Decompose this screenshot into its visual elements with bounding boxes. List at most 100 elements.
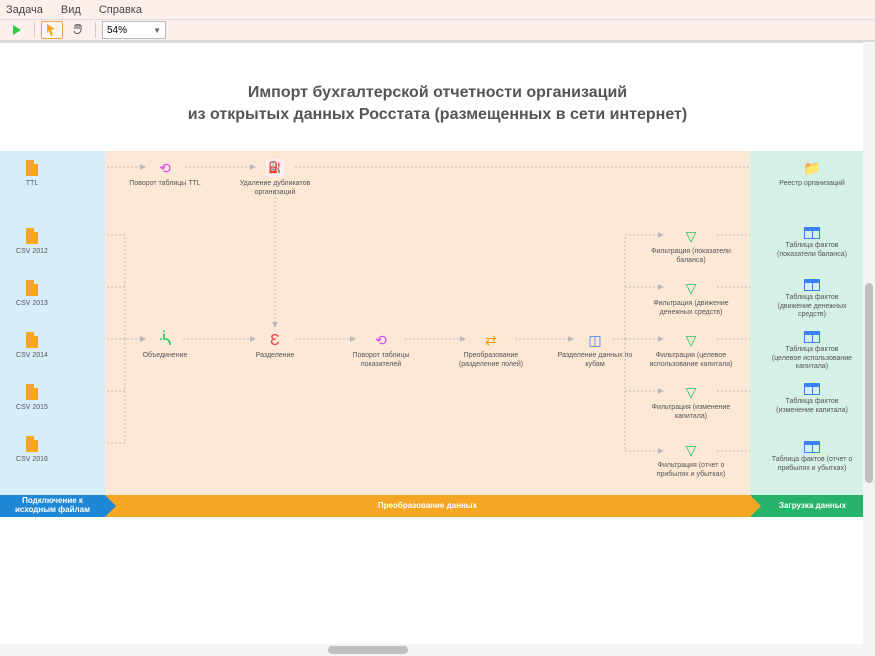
chevron-load: Загрузка данных bbox=[750, 495, 863, 517]
transform-icon: ⇄ bbox=[482, 331, 500, 349]
node-label: Реестр организаций bbox=[779, 180, 844, 187]
diagram-title: Импорт бухгалтерской отчетности организа… bbox=[0, 82, 863, 125]
pointer-tool[interactable] bbox=[41, 21, 63, 39]
node-registry[interactable]: 📁 Реестр организаций bbox=[770, 159, 854, 188]
node-label: Фильтрация (изменение капитала) bbox=[652, 404, 731, 419]
chevron-down-icon: ▼ bbox=[153, 26, 161, 35]
title-line1: Импорт бухгалтерской отчетности организа… bbox=[248, 84, 627, 101]
lane-load: 📁 Реестр организаций Таблица фактов (пок… bbox=[750, 151, 863, 495]
node-label: Поворот таблицы показателей bbox=[353, 352, 410, 367]
scroll-thumb[interactable] bbox=[865, 283, 873, 483]
file-icon bbox=[23, 383, 41, 401]
toolbar-divider bbox=[34, 22, 35, 38]
node-label: CSV 2013 bbox=[16, 300, 48, 307]
node-label: Объединение bbox=[143, 352, 188, 359]
chevron-label: Подключение к исходным файлам bbox=[0, 497, 105, 515]
node-filter-chg[interactable]: ▽ Фильтрация (изменение капитала) bbox=[649, 383, 733, 421]
node-fact-pl[interactable]: Таблица фактов (отчет о прибылях и убытк… bbox=[770, 441, 854, 473]
node-fact-capital[interactable]: Таблица фактов (целевое использование ка… bbox=[770, 331, 854, 371]
folder-icon: 📁 bbox=[803, 159, 821, 177]
node-fact-chg[interactable]: Таблица фактов (изменение капитала) bbox=[770, 383, 854, 415]
node-rotate-ttl[interactable]: ⟲ Поворот таблицы TTL bbox=[123, 159, 207, 188]
filter-icon: ▽ bbox=[682, 227, 700, 245]
file-icon bbox=[23, 159, 41, 177]
node-ttl[interactable]: TTL bbox=[0, 159, 74, 188]
lane-transform: ⟲ Поворот таблицы TTL ⛽ Удаление дублика… bbox=[105, 151, 750, 495]
chevron-label: Загрузка данных bbox=[773, 502, 852, 511]
node-label: Фильтрация (отчет о прибылях и убытках) bbox=[657, 462, 726, 477]
node-label: Фильтрация (показатели баланса) bbox=[651, 248, 731, 263]
node-label: Удаление дубликатов организаций bbox=[240, 180, 311, 195]
table-icon bbox=[804, 383, 820, 395]
dedup-icon: ⛽ bbox=[266, 159, 284, 177]
table-icon bbox=[804, 441, 820, 453]
node-csv2014[interactable]: CSV 2014 bbox=[0, 331, 74, 360]
node-transform-fields[interactable]: ⇄ Преобразование (разделение полей) bbox=[449, 331, 533, 369]
node-csv2012[interactable]: CSV 2012 bbox=[0, 227, 74, 256]
table-icon bbox=[804, 331, 820, 343]
node-label: Разделение данных по кубам bbox=[558, 352, 633, 367]
node-csv2015[interactable]: CSV 2015 bbox=[0, 383, 74, 412]
run-button[interactable] bbox=[6, 21, 28, 39]
node-dedup[interactable]: ⛽ Удаление дубликатов организаций bbox=[233, 159, 317, 197]
file-icon bbox=[23, 331, 41, 349]
diagram-canvas[interactable]: Импорт бухгалтерской отчетности организа… bbox=[0, 42, 863, 644]
node-fact-cash[interactable]: Таблица фактов (движение денежных средст… bbox=[770, 279, 854, 319]
table-icon bbox=[804, 227, 820, 239]
lane-footer: Подключение к исходным файлам Преобразов… bbox=[0, 495, 863, 517]
table-icon bbox=[804, 279, 820, 291]
node-label: TTL bbox=[26, 180, 38, 187]
node-label: Фильтрация (целевое использование капита… bbox=[650, 352, 733, 367]
rotate-icon: ⟲ bbox=[156, 159, 174, 177]
chevron-source: Подключение к исходным файлам bbox=[0, 495, 105, 517]
node-rotate-ind[interactable]: ⟲ Поворот таблицы показателей bbox=[339, 331, 423, 369]
rotate-icon: ⟲ bbox=[372, 331, 390, 349]
node-label: Таблица фактов (показатели баланса) bbox=[777, 242, 847, 257]
filter-icon: ▽ bbox=[682, 279, 700, 297]
node-label: CSV 2014 bbox=[16, 352, 48, 359]
node-label: CSV 2015 bbox=[16, 404, 48, 411]
node-label: Поворот таблицы TTL bbox=[129, 180, 200, 187]
node-fact-balance[interactable]: Таблица фактов (показатели баланса) bbox=[770, 227, 854, 259]
node-split[interactable]: Ɛ Разделение bbox=[233, 331, 317, 360]
node-label: CSV 2012 bbox=[16, 248, 48, 255]
cube-icon: ◫ bbox=[586, 331, 604, 349]
node-label: Таблица фактов (отчет о прибылях и убытк… bbox=[772, 456, 853, 471]
node-label: Преобразование (разделение полей) bbox=[459, 352, 523, 367]
node-filter-capital[interactable]: ▽ Фильтрация (целевое использование капи… bbox=[649, 331, 733, 369]
filter-icon: ▽ bbox=[682, 383, 700, 401]
lane-source: TTL CSV 2012 CSV 2013 CSV 2014 CSV 2015 bbox=[0, 151, 105, 495]
filter-icon: ▽ bbox=[682, 441, 700, 459]
node-csv2016[interactable]: CSV 2016 bbox=[0, 435, 74, 464]
filter-icon: ▽ bbox=[682, 331, 700, 349]
node-label: Разделение bbox=[256, 352, 295, 359]
menu-view[interactable]: Вид bbox=[61, 4, 81, 16]
toolbar: 54% ▼ bbox=[0, 20, 875, 42]
node-filter-balance[interactable]: ▽ Фильтрация (показатели баланса) bbox=[649, 227, 733, 265]
file-icon bbox=[23, 435, 41, 453]
zoom-value: 54% bbox=[107, 25, 127, 36]
chevron-transform: Преобразование данных bbox=[105, 495, 750, 517]
zoom-select[interactable]: 54% ▼ bbox=[102, 21, 166, 39]
chevron-label: Преобразование данных bbox=[372, 502, 483, 511]
scrollbar-vertical[interactable] bbox=[863, 42, 875, 644]
node-cube-split[interactable]: ◫ Разделение данных по кубам bbox=[553, 331, 637, 369]
menubar: Задача Вид Справка bbox=[0, 0, 875, 20]
scroll-thumb[interactable] bbox=[328, 646, 408, 654]
hand-tool[interactable] bbox=[67, 21, 89, 39]
menu-task[interactable]: Задача bbox=[6, 4, 43, 16]
node-filter-pl[interactable]: ▽ Фильтрация (отчет о прибылях и убытках… bbox=[649, 441, 733, 479]
toolbar-divider-2 bbox=[95, 22, 96, 38]
node-csv2013[interactable]: CSV 2013 bbox=[0, 279, 74, 308]
node-filter-cash[interactable]: ▽ Фильтрация (движение денежных средств) bbox=[649, 279, 733, 317]
node-label: Таблица фактов (движение денежных средст… bbox=[778, 294, 847, 318]
diagram: Импорт бухгалтерской отчетности организа… bbox=[0, 82, 863, 517]
scroll-corner bbox=[863, 644, 875, 656]
scrollbar-horizontal[interactable] bbox=[0, 644, 863, 656]
node-label: Таблица фактов (изменение капитала) bbox=[776, 398, 848, 413]
node-label: CSV 2016 bbox=[16, 456, 48, 463]
diagram-content: TTL CSV 2012 CSV 2013 CSV 2014 CSV 2015 bbox=[0, 151, 863, 495]
menu-help[interactable]: Справка bbox=[99, 4, 142, 16]
node-merge[interactable]: ᔂ Объединение bbox=[123, 331, 207, 360]
node-label: Таблица фактов (целевое использование ка… bbox=[772, 346, 852, 370]
